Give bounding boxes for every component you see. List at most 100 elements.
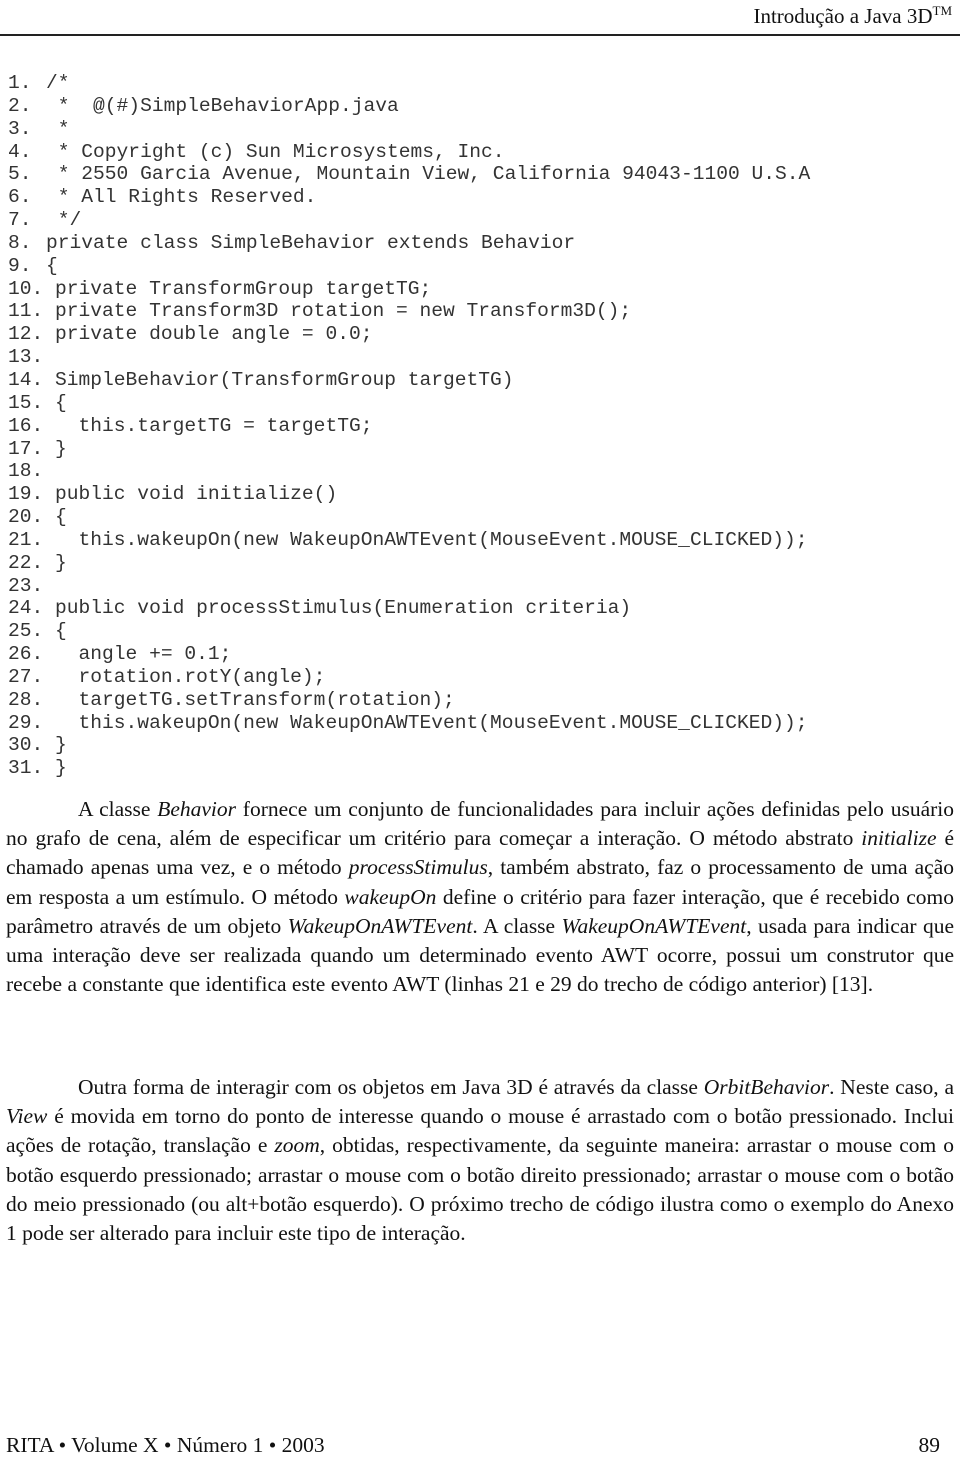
code-line: 14. SimpleBehavior(TransformGroup targetT… <box>8 369 810 392</box>
line-number: 11. <box>8 300 44 323</box>
code-text: /* <box>46 72 70 94</box>
page-footer: RITA • Volume X • Número 1 • 2003 89 <box>0 1428 960 1457</box>
line-number: 7. <box>8 209 32 232</box>
code-listing: 1./* 2. * @(#)SimpleBehaviorApp.java 3. * 4… <box>8 72 810 780</box>
line-number: 23. <box>8 574 44 597</box>
code-line: 15. { <box>8 392 810 415</box>
line-number: 19. <box>8 483 44 506</box>
code-text: this.wakeupOn(new WakeupOnAWTEvent(Mouse… <box>55 711 808 734</box>
running-title: Introdução a Java 3DTM <box>753 3 952 29</box>
code-text: * @(#)SimpleBehaviorApp.java <box>46 94 399 117</box>
line-number: 17. <box>8 437 44 460</box>
code-line: 17.} <box>8 438 810 461</box>
code-text: private TransformGroup targetTG; <box>55 277 432 300</box>
code-text: private double angle = 0.0; <box>55 323 373 346</box>
line-number: 12. <box>8 323 44 346</box>
code-line: 8. private class SimpleBehavior extends B… <box>8 232 810 255</box>
code-line: 28. targetTG.setTransform(rotation); <box>8 689 810 712</box>
code-text: { <box>55 506 67 529</box>
code-line: 22.} <box>8 552 810 575</box>
code-text: private class SimpleBehavior extends Beh… <box>46 231 576 254</box>
code-line: 19. public void initialize() <box>8 483 810 506</box>
line-number: 18. <box>8 460 44 483</box>
running-title-text: Introdução a Java 3D <box>753 4 933 28</box>
italic-term: OrbitBehavior <box>703 1075 830 1099</box>
code-text: this.wakeupOn(new WakeupOnAWTEvent(Mouse… <box>55 528 808 551</box>
code-text: { <box>55 620 67 643</box>
paragraph-orbit-behavior: Outra forma de interagir com os objetos … <box>6 1073 954 1248</box>
code-line: 29. this.wakeupOn(new WakeupOnAWTEvent(M… <box>8 712 810 735</box>
line-number: 2. <box>8 94 32 117</box>
line-number: 14. <box>8 368 44 391</box>
code-line: 20. { <box>8 506 810 529</box>
code-text: } <box>55 551 67 574</box>
code-text: { <box>46 254 58 277</box>
line-number: 6. <box>8 186 32 209</box>
italic-term: WakeupOnAWTEvent <box>287 913 473 938</box>
code-line: 1. /* <box>8 72 810 95</box>
italic-term: initialize <box>861 826 937 851</box>
code-text: * <box>46 117 70 140</box>
text-run: . Neste caso, a <box>829 1075 954 1099</box>
line-number: 31. <box>8 757 44 780</box>
code-line: 11. private Transform3D rotation = new Tr… <box>8 300 810 323</box>
code-text: * All Rights Reserved. <box>46 186 317 209</box>
paragraph-behavior: A classe Behavior fornece um conjunto de… <box>6 795 954 999</box>
line-number: 13. <box>8 346 44 369</box>
code-line: 27. rotation.rotY(angle); <box>8 666 810 689</box>
line-number: 8. <box>8 231 32 254</box>
code-text: this.targetTG = targetTG; <box>55 414 373 437</box>
code-line: 21. this.wakeupOn(new WakeupOnAWTEvent(M… <box>8 529 810 552</box>
line-number: 28. <box>8 688 44 711</box>
journal-info: RITA • Volume X • Número 1 • 2003 <box>6 1433 325 1457</box>
line-number: 30. <box>8 734 44 757</box>
code-line: 7. */ <box>8 209 810 232</box>
code-text: targetTG.setTransform(rotation); <box>55 688 455 711</box>
code-text: { <box>55 391 67 414</box>
code-text: * Copyright (c) Sun Microsystems, Inc. <box>46 140 505 163</box>
line-number: 27. <box>8 665 44 688</box>
italic-term: zoom <box>274 1133 320 1158</box>
line-number: 15. <box>8 391 44 414</box>
code-line: 6. * All Rights Reserved. <box>8 186 810 209</box>
line-number: 22. <box>8 551 44 574</box>
page-header: Introdução a Java 3DTM <box>0 0 960 36</box>
line-number: 16. <box>8 414 44 437</box>
line-number: 3. <box>8 117 32 140</box>
line-number: 21. <box>8 528 44 551</box>
code-text: */ <box>46 209 82 232</box>
code-line: 31.} <box>8 757 810 780</box>
code-line: 10. private TransformGroup targetTG; <box>8 278 810 301</box>
code-line: 24. public void processStimulus(Enumerati… <box>8 597 810 620</box>
code-line: 2. * @(#)SimpleBehaviorApp.java <box>8 95 810 118</box>
line-number: 10. <box>8 277 44 300</box>
code-line: 25. { <box>8 620 810 643</box>
code-text: angle += 0.1; <box>55 643 232 666</box>
italic-term: WakeupOnAWTEvent <box>561 913 747 938</box>
page-number: 89 <box>918 1433 941 1457</box>
text-run: A classe <box>78 797 158 821</box>
code-line: 18. <box>8 460 810 483</box>
italic-term: processStimulus <box>348 855 488 880</box>
code-line: 23. <box>8 575 810 598</box>
code-line: 9. { <box>8 255 810 278</box>
code-text: private Transform3D rotation = new Trans… <box>55 300 632 323</box>
line-number: 1. <box>8 72 32 94</box>
code-text: } <box>55 734 67 757</box>
code-line: 16. this.targetTG = targetTG; <box>8 415 810 438</box>
code-line: 26. angle += 0.1; <box>8 643 810 666</box>
italic-term: View <box>6 1104 48 1129</box>
code-line: 30.} <box>8 734 810 757</box>
code-text: public void initialize() <box>55 483 338 506</box>
text-run: Outra forma de interagir com os objetos … <box>78 1075 704 1099</box>
line-number: 29. <box>8 711 44 734</box>
trademark-symbol: TM <box>932 3 953 18</box>
italic-term: wakeupOn <box>344 884 437 909</box>
line-number: 24. <box>8 597 44 620</box>
line-number: 25. <box>8 620 44 643</box>
code-text: } <box>55 757 67 780</box>
code-line: 13. <box>8 346 810 369</box>
italic-term: Behavior <box>157 797 237 821</box>
code-text: * 2550 Garcia Avenue, Mountain View, Cal… <box>46 163 811 186</box>
header-rule <box>0 34 960 36</box>
